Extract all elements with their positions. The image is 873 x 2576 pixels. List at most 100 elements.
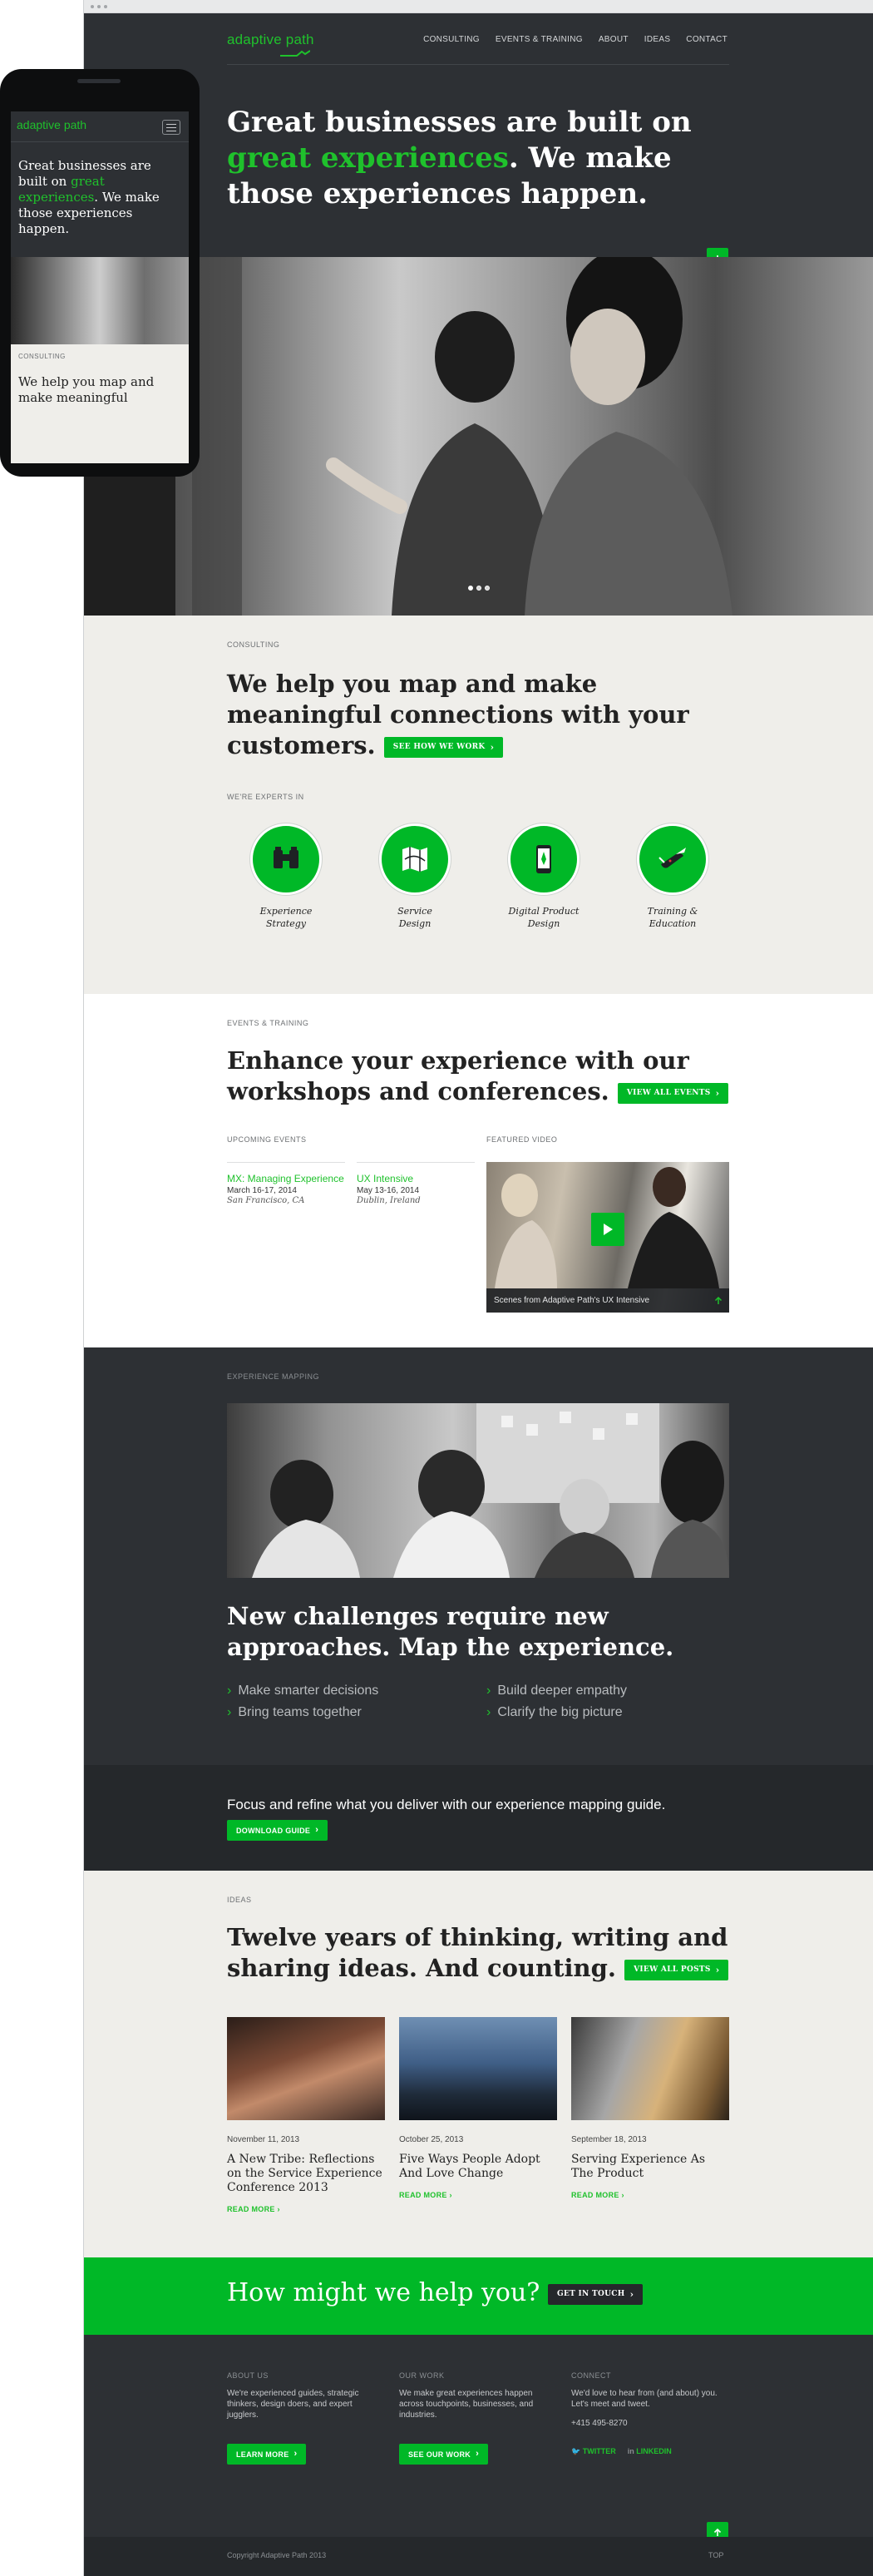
post-title[interactable]: Five Ways People Adopt And Love Change (399, 2153, 557, 2181)
chevron-right-icon: › (629, 2288, 634, 2300)
menu-line (166, 126, 176, 128)
expert-service-design[interactable]: Service Design (369, 823, 461, 930)
play-icon (604, 1224, 613, 1235)
bullet-text: Make smarter decisions (238, 1684, 379, 1698)
view-all-posts-button[interactable]: VIEW ALL POSTS › (624, 1959, 729, 1980)
footer-about-text: We're experienced guides, strategic thin… (227, 2389, 359, 2420)
carousel-dot[interactable] (468, 586, 473, 591)
footer-connect: CONNECT We'd love to hear from (and abou… (571, 2371, 719, 2456)
nav-events-training[interactable]: EVENTS & TRAINING (496, 35, 583, 44)
hero-heading-text: Great businesses are built on (227, 106, 692, 139)
bullet-text: Bring teams together (238, 1705, 362, 1719)
carousel-dot[interactable] (476, 586, 481, 591)
blog-post[interactable]: October 25, 2013 Five Ways People Adopt … (399, 2017, 557, 2199)
mapping-photo (227, 1403, 729, 1578)
events-section: EVENTS & TRAINING Enhance your experienc… (84, 994, 873, 1347)
consulting-eyebrow: CONSULTING (227, 640, 280, 649)
nav-about[interactable]: ABOUT (599, 35, 629, 44)
footer-connect-text: We'd love to hear from (and about) you. … (571, 2389, 718, 2409)
post-image[interactable] (399, 2017, 557, 2120)
mobile-logo[interactable]: adaptive path (17, 118, 86, 131)
mapping-heading: New challenges require new approaches. M… (227, 1602, 674, 1661)
event-title[interactable]: MX: Managing Experience (227, 1173, 345, 1185)
ideas-section: IDEAS Twelve years of thinking, writing … (84, 1871, 873, 2257)
carousel-dot[interactable] (485, 586, 490, 591)
top-label[interactable]: TOP (708, 2551, 723, 2559)
see-our-work-button[interactable]: SEE OUR WORK › (399, 2444, 489, 2465)
get-in-touch-button[interactable]: GET IN TOUCH › (547, 2283, 644, 2305)
bullet-item: › Bring teams together (227, 1702, 378, 1723)
ideas-heading: Twelve years of thinking, writing and sh… (227, 1922, 729, 1984)
twitter-label: TWITTER (582, 2447, 616, 2455)
expert-label-line2: Design (527, 918, 560, 929)
logo-swoosh-icon (280, 50, 310, 57)
chevron-right-icon: › (715, 1964, 720, 1975)
footer-work-label: OUR WORK (399, 2371, 445, 2380)
read-more-link[interactable]: READ MORE › (227, 2205, 385, 2213)
hero-photo-illustration (84, 257, 732, 616)
site-header: adaptive path CONSULTING EVENTS & TRAINI… (84, 13, 873, 269)
bullet-text: Build deeper empathy (497, 1684, 627, 1698)
nav-ideas[interactable]: IDEAS (644, 35, 671, 44)
experience-mapping-section: EXPERIENCE MAPPING New challenges requir… (84, 1347, 873, 1765)
footer-about: ABOUT US We're experienced guides, strat… (227, 2371, 375, 2465)
expert-training-education[interactable]: Training & Education (627, 823, 718, 930)
read-more-link[interactable]: READ MORE › (571, 2191, 729, 2199)
expert-digital-product-design[interactable]: Digital Product Design (498, 823, 589, 930)
footer-phone[interactable]: +415 495-8270 (571, 2418, 719, 2429)
see-our-work-label: SEE OUR WORK (408, 2450, 471, 2459)
mobile-hero-heading: Great businesses are built on great expe… (18, 158, 168, 237)
linkedin-icon: in (627, 2447, 634, 2455)
expert-label: Experience Strategy (240, 905, 332, 930)
hamburger-menu-icon[interactable] (162, 120, 180, 135)
map-icon (379, 823, 451, 895)
see-how-we-work-button[interactable]: SEE HOW WE WORK › (383, 736, 504, 758)
linkedin-link[interactable]: in LINKEDIN (628, 2447, 672, 2456)
download-guide-button[interactable]: DOWNLOAD GUIDE › (227, 1820, 328, 1842)
expert-label-line2: Education (649, 918, 697, 929)
post-image[interactable] (571, 2017, 729, 2120)
expert-label-line1: Training & (647, 906, 698, 917)
footer-about-action: LEARN MORE › (227, 2444, 375, 2465)
footer-connect-label: CONNECT (571, 2371, 611, 2380)
event-item[interactable]: UX Intensive May 13-16, 2014 Dublin, Ire… (357, 1162, 475, 1205)
blog-post[interactable]: November 11, 2013 A New Tribe: Reflectio… (227, 2017, 385, 2213)
chevron-right-icon: › (486, 1684, 491, 1698)
featured-video[interactable]: Scenes from Adaptive Path's UX Intensive (486, 1162, 729, 1313)
nav-contact[interactable]: CONTACT (686, 35, 728, 44)
main-nav: CONSULTING EVENTS & TRAINING ABOUT IDEAS… (423, 35, 728, 44)
learn-more-label: LEARN MORE (236, 2450, 289, 2459)
twitter-link[interactable]: 🐦 TWITTER (571, 2447, 616, 2456)
video-caption: Scenes from Adaptive Path's UX Intensive (494, 1296, 650, 1305)
window-dot-icon (97, 4, 101, 8)
consulting-section: CONSULTING We help you map and make mean… (84, 616, 873, 994)
arrow-up-icon (714, 1296, 723, 1304)
event-item[interactable]: MX: Managing Experience March 16-17, 201… (227, 1162, 345, 1205)
mobile-consulting-section: CONSULTING We help you map and make mean… (11, 344, 189, 463)
read-more-label: READ MORE (399, 2191, 447, 2199)
nav-divider (227, 64, 729, 65)
phone-speaker (77, 79, 121, 83)
expert-experience-strategy[interactable]: Experience Strategy (240, 823, 332, 930)
download-guide-label: DOWNLOAD GUIDE (236, 1826, 311, 1835)
browser-chrome (84, 0, 873, 13)
mobile-screen: adaptive path Great businesses are built… (11, 111, 189, 463)
view-all-events-button[interactable]: VIEW ALL EVENTS › (617, 1082, 729, 1104)
play-button[interactable] (591, 1213, 624, 1246)
footer-work-text: We make great experiences happen across … (399, 2389, 534, 2420)
learn-more-button[interactable]: LEARN MORE › (227, 2444, 307, 2465)
video-caption-bar: Scenes from Adaptive Path's UX Intensive (486, 1288, 729, 1313)
copyright-text: Copyright Adaptive Path 2013 (227, 2551, 327, 2559)
site-logo[interactable]: adaptive path (227, 32, 314, 48)
expert-label: Service Design (369, 905, 461, 930)
blog-post[interactable]: September 18, 2013 Serving Experience As… (571, 2017, 729, 2199)
post-title[interactable]: A New Tribe: Reflections on the Service … (227, 2153, 385, 2195)
chevron-right-icon: › (486, 1705, 491, 1719)
event-place: Dublin, Ireland (357, 1196, 421, 1205)
read-more-link[interactable]: READ MORE › (399, 2191, 557, 2199)
post-image[interactable] (227, 2017, 385, 2120)
event-title[interactable]: UX Intensive (357, 1173, 475, 1185)
guide-text: Focus and refine what you deliver with o… (227, 1797, 666, 1812)
post-title[interactable]: Serving Experience As The Product (571, 2153, 729, 2181)
nav-consulting[interactable]: CONSULTING (423, 35, 480, 44)
